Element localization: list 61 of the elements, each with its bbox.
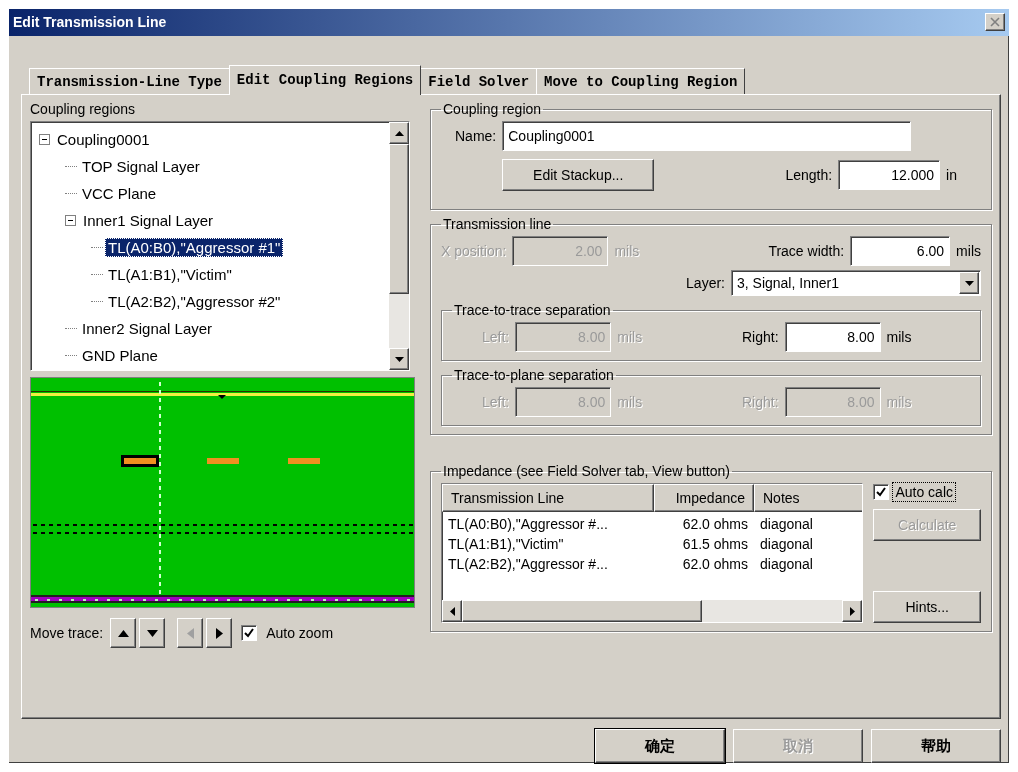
right-trace-to-plane-label: Right: bbox=[742, 394, 779, 411]
table-cell-text: diagonal bbox=[759, 536, 814, 553]
section-label: Coupling regions bbox=[30, 101, 137, 118]
dialog-button[interactable]: 确定 bbox=[595, 729, 725, 763]
tree-item[interactable]: Coupling0001 bbox=[54, 130, 153, 150]
table-cell-text: diagonal bbox=[759, 556, 814, 573]
tab[interactable]: Move to Coupling Region bbox=[536, 68, 746, 95]
unit-label: mils bbox=[617, 394, 643, 411]
unit-label: in bbox=[946, 167, 957, 184]
tree-item[interactable]: TL(A0:B0),"Aggressor #1" bbox=[105, 238, 284, 258]
layer-label: Layer: bbox=[686, 275, 725, 292]
unit-label: mils bbox=[956, 243, 981, 260]
unit-label: mils bbox=[886, 329, 912, 346]
group-title: Transmission line bbox=[442, 216, 553, 233]
length-field[interactable]: 12.000 bbox=[838, 160, 941, 191]
tab[interactable]: Transmission-Line Type bbox=[29, 68, 230, 95]
trace-width-label: Trace width: bbox=[768, 243, 845, 260]
table-cell-text: TL(A2:B2),"Aggressor #... bbox=[447, 556, 609, 573]
table-cell-text: 61.5 ohms bbox=[681, 536, 749, 553]
table-cell-text: TL(A0:B0),"Aggressor #... bbox=[447, 516, 609, 533]
tree-item[interactable]: Inner1 Signal Layer bbox=[80, 211, 217, 231]
tree-view[interactable]: Coupling0001 TOP Signal Layer VCC Plane Inner1 Signal Layer TL(A0:B0),"Aggressor #1" TL(A1:B1),"Victim" TL(A2:B2),"Aggressor #2" Inner2 Signal Layer GND Plane bbox=[30, 121, 410, 372]
tab[interactable]: Edit Coupling Regions bbox=[228, 65, 422, 96]
checkbox-label: Auto zoom bbox=[266, 625, 334, 642]
left-trace-to-trace-label: Left: bbox=[482, 329, 510, 346]
unit-label: mils bbox=[614, 243, 640, 260]
column-header[interactable]: Impedance bbox=[654, 484, 754, 513]
column-header[interactable]: Notes bbox=[754, 484, 863, 513]
tree-item[interactable]: GND Plane bbox=[79, 346, 161, 366]
unit-label: mils bbox=[617, 329, 643, 346]
unit-label: mils bbox=[886, 394, 912, 411]
table-cell-text: diagonal bbox=[759, 516, 814, 533]
column-header[interactable]: Transmission Line bbox=[442, 484, 654, 513]
move-trace-label: Move trace: bbox=[30, 625, 104, 642]
table-cell-text: 62.0 ohms bbox=[681, 516, 749, 533]
right-trace-to-trace-label: Right: bbox=[742, 329, 779, 346]
length-label: Length: bbox=[785, 167, 833, 184]
tree-item[interactable]: VCC Plane bbox=[79, 184, 160, 204]
tree-item[interactable]: TOP Signal Layer bbox=[79, 157, 203, 177]
x-position-label: X position: bbox=[441, 243, 507, 260]
group-title: Coupling region bbox=[442, 101, 543, 118]
tree-item[interactable]: TL(A1:B1),"Victim" bbox=[105, 265, 235, 285]
group-title: Trace-to-trace separation bbox=[453, 302, 612, 319]
name-field[interactable]: Coupling0001 bbox=[502, 121, 911, 152]
name-label: Name: bbox=[455, 128, 497, 145]
table-cell-text: 62.0 ohms bbox=[681, 556, 749, 573]
window-title: Edit Transmission Line bbox=[13, 14, 167, 31]
right-trace-to-trace-field[interactable]: 8.00 bbox=[784, 322, 881, 353]
trace-width-field[interactable]: 6.00 bbox=[850, 236, 951, 267]
table-cell-text: TL(A1:B1),"Victim" bbox=[447, 536, 565, 553]
dialog-button[interactable]: 帮助 bbox=[871, 729, 1001, 763]
layer-dropdown[interactable]: 3, Signal, Inner1 bbox=[731, 270, 981, 297]
group-title: Impedance (see Field Solver tab, View button) bbox=[442, 463, 731, 480]
group-title: Trace-to-plane separation bbox=[453, 367, 615, 384]
tree-item[interactable]: TL(A2:B2),"Aggressor #2" bbox=[105, 292, 284, 312]
dropdown-value: 3, Signal, Inner1 bbox=[737, 275, 839, 292]
left-trace-to-plane-label: Left: bbox=[482, 394, 510, 411]
edit-stackup-button[interactable]: Edit Stackup... bbox=[502, 159, 655, 192]
checkbox-label: Auto calc bbox=[893, 483, 955, 502]
hints-button[interactable]: Hints... bbox=[873, 591, 981, 624]
tree-item[interactable]: Inner2 Signal Layer bbox=[79, 319, 216, 339]
